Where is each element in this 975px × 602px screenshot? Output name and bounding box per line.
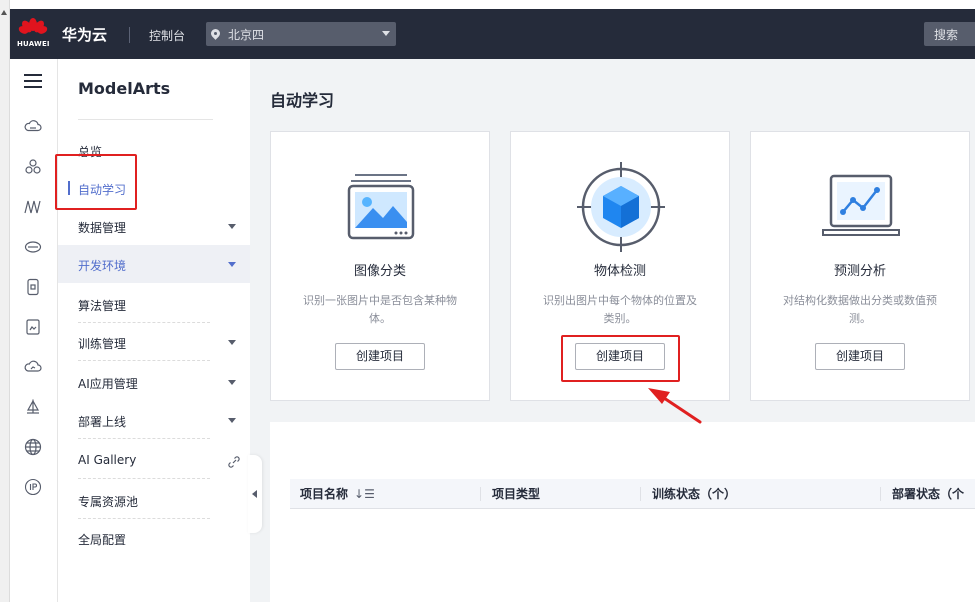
console-window: HUAWEI 华为云 控制台 北京四 搜索 ModelArts 总览 自动学习 … [0, 0, 975, 602]
column-header-training-status: 训练状态（个） [652, 487, 737, 501]
nav-item-label: 训练管理 [78, 337, 127, 351]
nav-item-label: 算法管理 [78, 299, 127, 313]
card-title: 图像分类 [353, 264, 406, 279]
nav-item-label: 开发环境 [78, 259, 127, 273]
nav-item-label: 专属资源池 [78, 495, 139, 509]
sail-icon[interactable] [24, 398, 42, 416]
column-separator [880, 487, 881, 501]
column-separator [480, 487, 481, 501]
column-separator [640, 487, 641, 501]
column-header-project-name[interactable]: 项目名称 ↓☰ [300, 479, 375, 509]
top-bar: HUAWEI 华为云 控制台 北京四 搜索 [10, 9, 975, 59]
collapse-sidenav-button[interactable] [248, 455, 262, 533]
scroll-up-arrow-icon[interactable] [1, 10, 7, 15]
nav-item-ai-gallery[interactable]: AI Gallery [58, 441, 250, 479]
huawei-logo[interactable]: HUAWEI [10, 9, 56, 59]
card-image-classification: 图像分类 识别一张图片中是否包含某种物体。 创建项目 [270, 131, 490, 401]
card-title: 预测分析 [833, 264, 886, 279]
cluster-icon[interactable] [24, 158, 42, 176]
nav-item-deployment[interactable]: 部署上线 [58, 401, 250, 439]
region-label: 北京四 [228, 28, 265, 42]
chevron-left-icon [252, 490, 257, 498]
cloud-storage-icon[interactable] [24, 118, 42, 136]
mobile-icon[interactable] [24, 278, 42, 296]
annotation-highlight-box [561, 335, 680, 382]
card-description: 对结构化数据做出分类或数值预测。 [783, 294, 937, 325]
sort-icon[interactable]: ↓☰ [354, 479, 375, 509]
nav-item-training-management[interactable]: 训练管理 [58, 323, 250, 361]
cloud-monitor-icon[interactable] [24, 358, 42, 376]
create-project-button[interactable]: 创建项目 [335, 343, 425, 370]
globe-icon[interactable] [24, 438, 42, 456]
location-pin-dot [214, 32, 217, 35]
main-content: 自动学习 图像分类 识别一张图片中是否包含某种物体。 创建项目 物体检测 识别出… [250, 59, 975, 602]
window-edge [0, 0, 10, 602]
region-select[interactable]: 北京四 [206, 22, 396, 46]
menu-bar [24, 86, 42, 88]
card-description: 识别出图片中每个物体的位置及类别。 [543, 294, 697, 325]
card-description: 识别一张图片中是否包含某种物体。 [303, 294, 457, 325]
nav-item-label: AI应用管理 [78, 377, 138, 391]
dashed-divider [78, 438, 210, 439]
waveform-icon[interactable] [24, 198, 42, 216]
table-header: 项目名称 ↓☰ 项目类型 训练状态（个） 部署状态（个 [290, 479, 975, 509]
nav-item-algorithm-management[interactable]: 算法管理 [58, 285, 250, 323]
image-icon[interactable] [24, 318, 42, 336]
caret-down-icon [228, 380, 236, 385]
disk-icon[interactable] [24, 238, 42, 256]
brand-name[interactable]: 华为云 [62, 24, 107, 45]
modelarts-sidenav: ModelArts 总览 自动学习 数据管理 开发环境 算法管理 训练管理 AI… [58, 59, 250, 602]
card-title: 物体检测 [593, 264, 646, 279]
menu-icon[interactable] [24, 74, 42, 88]
logo-text: HUAWEI [17, 40, 50, 48]
search-button[interactable]: 搜索 [924, 22, 975, 46]
project-table: 项目名称 ↓☰ 项目类型 训练状态（个） 部署状态（个 [270, 422, 975, 602]
image-classification-icon [331, 162, 431, 252]
nav-item-dev-environment[interactable]: 开发环境 [58, 245, 250, 283]
nav-item-label: 全局配置 [78, 533, 127, 547]
card-predictive-analytics: 预测分析 对结构化数据做出分类或数值预测。 创建项目 [750, 131, 970, 401]
dashed-divider [78, 478, 210, 479]
external-link-icon [228, 453, 240, 468]
page-title: 自动学习 [270, 91, 335, 110]
menu-bar [24, 80, 42, 82]
nav-item-ai-app-management[interactable]: AI应用管理 [58, 363, 250, 401]
nav-item-dedicated-pool[interactable]: 专属资源池 [58, 481, 250, 519]
column-header-label: 项目名称 [300, 487, 349, 501]
nav-item-label: 部署上线 [78, 415, 127, 429]
nav-item-data-management[interactable]: 数据管理 [58, 207, 250, 245]
object-detection-icon [571, 162, 671, 252]
nav-item-label: AI Gallery [78, 453, 137, 467]
caret-down-icon [382, 31, 390, 36]
menu-bar [24, 74, 42, 76]
divider [78, 119, 213, 120]
create-project-button[interactable]: 创建项目 [815, 343, 905, 370]
annotation-highlight-box [55, 154, 137, 210]
sidenav-title: ModelArts [78, 79, 171, 98]
nav-item-global-config[interactable]: 全局配置 [58, 519, 250, 557]
ip-icon[interactable] [24, 478, 42, 496]
service-icon-rail [10, 59, 58, 602]
predictive-analytics-icon [811, 162, 911, 252]
caret-down-icon [228, 224, 236, 229]
column-header-project-type: 项目类型 [492, 487, 541, 501]
nav-item-label: 数据管理 [78, 221, 127, 235]
dashed-divider [78, 360, 210, 361]
divider [129, 27, 130, 43]
column-header-deploy-status: 部署状态（个 [892, 487, 965, 501]
caret-down-icon [228, 418, 236, 423]
annotation-arrow-icon [648, 388, 702, 424]
caret-down-icon [228, 340, 236, 345]
caret-down-icon [228, 262, 236, 267]
console-link[interactable]: 控制台 [149, 27, 185, 44]
